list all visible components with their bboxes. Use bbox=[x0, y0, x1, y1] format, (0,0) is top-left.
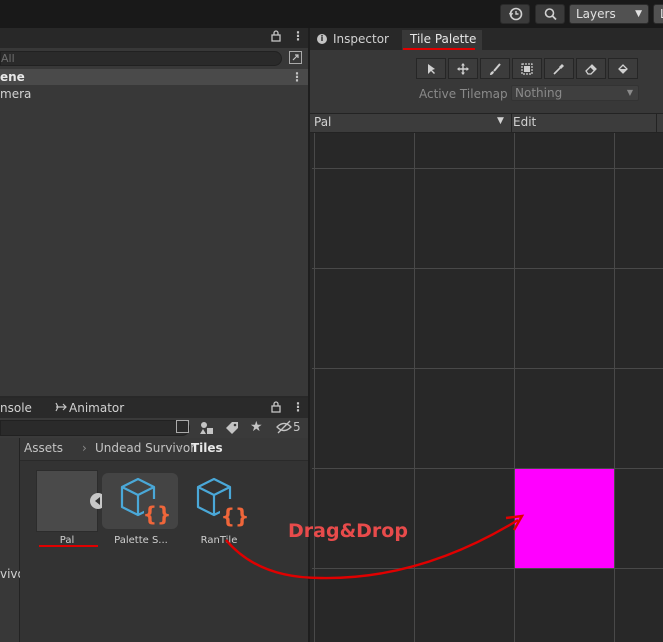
drag-drop-arrow bbox=[225, 514, 525, 580]
drag-drop-annotation: Drag&Drop bbox=[288, 520, 408, 542]
